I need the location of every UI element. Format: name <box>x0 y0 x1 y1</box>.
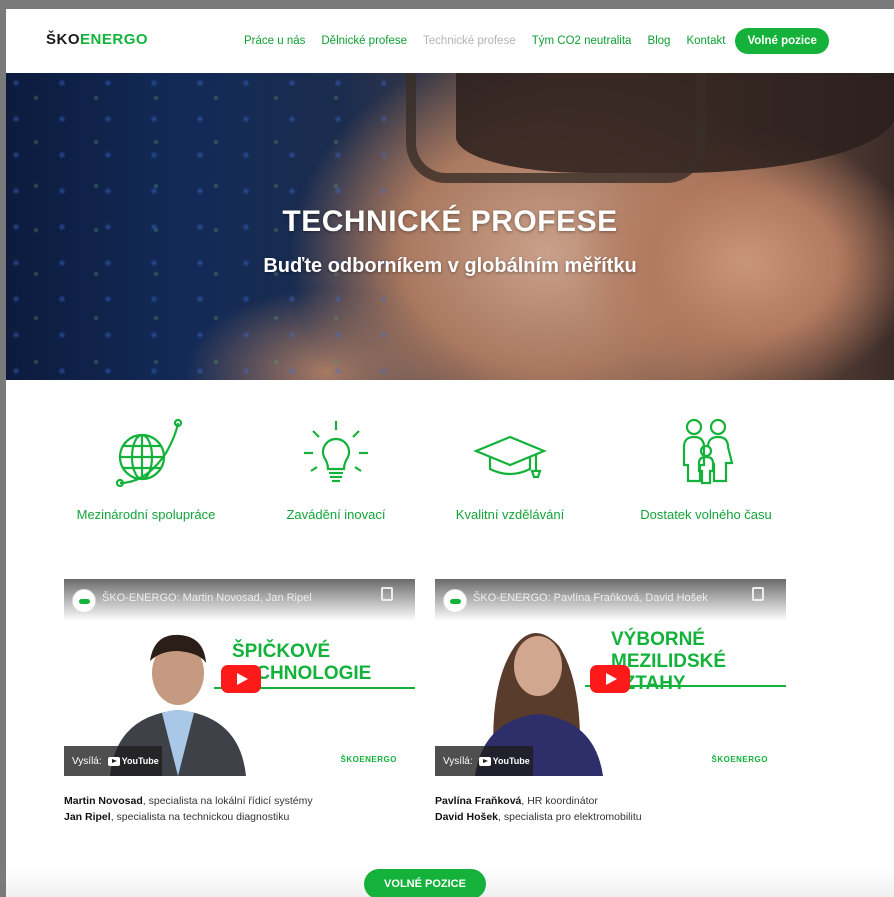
nav-item-kontakt[interactable]: Kontakt <box>686 35 725 47</box>
channel-avatar[interactable] <box>443 589 467 613</box>
watch-on-youtube[interactable]: Vysílá: YouTube <box>64 746 162 776</box>
logo-suffix: ENERGO <box>80 31 149 48</box>
video-brand: ŠKOENERGO <box>711 755 768 764</box>
nav-item-prace-u-nas[interactable]: Práce u nás <box>244 35 305 47</box>
feature-label: Dostatek volného času <box>640 507 772 522</box>
feature-label: Kvalitní vzdělávání <box>455 507 565 522</box>
copy-link-icon[interactable] <box>381 587 393 601</box>
feature-label: Mezinárodní spolupráce <box>76 507 216 522</box>
hero-person-glasses <box>406 73 706 183</box>
hero-title: TECHNICKÉ PROFESE <box>282 205 618 238</box>
caption-line: Jan Ripel, specialista na technickou dia… <box>64 811 290 823</box>
watch-on-youtube[interactable]: Vysílá: YouTube <box>435 746 533 776</box>
play-button[interactable] <box>590 665 630 693</box>
feature-mezinarodni-spoluprace: Mezinárodní spolupráce <box>46 405 246 522</box>
video-player-1[interactable]: ŠKO-ENERGO: Martin Novosad, Jan Ripel ŠP… <box>64 579 415 776</box>
globe-icon <box>115 418 183 488</box>
video-player-2[interactable]: ŠKO-ENERGO: Pavlína Fraňková, David Hoše… <box>435 579 786 776</box>
feature-kvalitni-vzdelavani: Kvalitní vzdělávání <box>410 405 610 522</box>
site-logo[interactable]: ŠKOENERGO <box>46 31 148 48</box>
youtube-logo-icon: YouTube <box>107 756 159 766</box>
video-title[interactable]: ŠKO-ENERGO: Martin Novosad, Jan Ripel <box>102 592 312 604</box>
family-icon <box>682 418 734 485</box>
feature-dostatek-volneho-casu: Dostatek volného času <box>606 405 806 522</box>
video-caption-2: Pavlína Fraňková, HR koordinátor David H… <box>435 793 642 825</box>
play-button[interactable] <box>221 665 261 693</box>
hero-subtitle: Buďte odborníkem v globálním měřítku <box>263 255 637 277</box>
nav-item-delnicke-profese[interactable]: Dělnické profese <box>321 35 407 47</box>
caption-line: Martin Novosad, specialista na lokální ř… <box>64 795 313 807</box>
nav-item-tym-co2[interactable]: Tým CO2 neutralita <box>532 35 632 47</box>
copy-link-icon[interactable] <box>752 587 764 601</box>
lightbulb-icon <box>304 421 368 483</box>
nav-item-blog[interactable]: Blog <box>647 35 670 47</box>
graduation-cap-icon <box>473 435 547 479</box>
feature-label: Zavádění inovací <box>286 507 386 522</box>
caption-line: David Hošek, specialista pro elektromobi… <box>435 811 642 823</box>
nav-item-technicke-profese[interactable]: Technické profese <box>423 35 516 47</box>
main-nav: Práce u nás Dělnické profese Technické p… <box>244 27 829 55</box>
volne-pozice-button[interactable]: VOLNÉ POZICE <box>364 869 486 897</box>
logo-prefix: ŠKO <box>46 31 81 48</box>
video-title[interactable]: ŠKO-ENERGO: Pavlína Fraňková, David Hoše… <box>473 592 708 604</box>
feature-zavadeni-inovaci: Zavádění inovací <box>236 405 436 522</box>
caption-line: Pavlína Fraňková, HR koordinátor <box>435 795 598 807</box>
nav-volne-pozice-button[interactable]: Volné pozice <box>735 28 829 54</box>
channel-avatar[interactable] <box>72 589 96 613</box>
youtube-logo-icon: YouTube <box>478 756 530 766</box>
features-row: Mezinárodní spolupráce Zavádění inovací … <box>6 405 894 545</box>
video-brand: ŠKOENERGO <box>340 755 397 764</box>
hero-banner: TECHNICKÉ PROFESE Buďte odborníkem v glo… <box>6 73 894 380</box>
video-caption-1: Martin Novosad, specialista na lokální ř… <box>64 793 313 825</box>
site-header: ŠKOENERGO Práce u nás Dělnické profese T… <box>6 9 894 73</box>
